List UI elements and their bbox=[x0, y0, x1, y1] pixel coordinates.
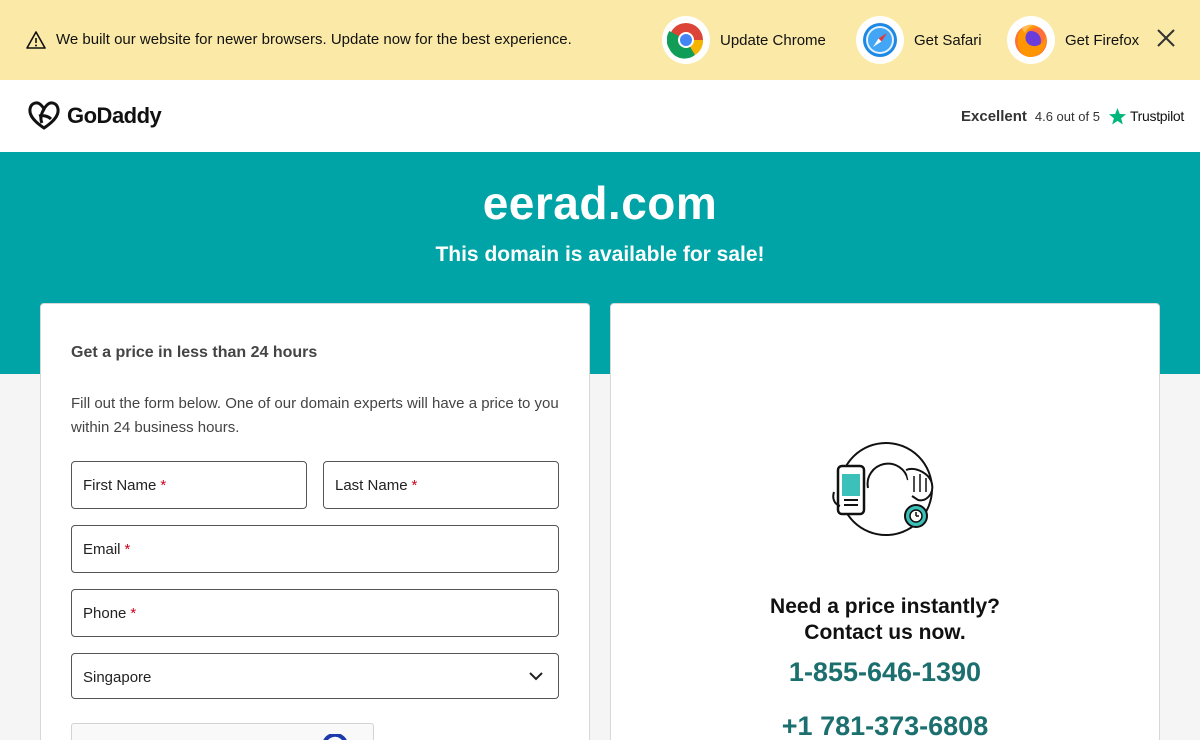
get-safari-button[interactable]: Get Safari bbox=[856, 16, 982, 64]
update-chrome-button[interactable]: Update Chrome bbox=[662, 16, 826, 64]
trustpilot-star-icon bbox=[1108, 107, 1126, 124]
instant-line-2: Contact us now. bbox=[804, 621, 966, 644]
phone-number-link-2[interactable]: +1 781-373-6808 bbox=[610, 711, 1160, 740]
hero-subtitle: This domain is available for sale! bbox=[435, 243, 765, 266]
trust-rating-word: Excellent bbox=[961, 107, 1027, 125]
required-mark: * bbox=[124, 541, 131, 558]
update-chrome-label: Update Chrome bbox=[720, 31, 826, 49]
form-title: Get a price in less than 24 hours bbox=[71, 344, 318, 361]
required-mark: * bbox=[130, 605, 137, 622]
banner-message: We built our website for newer browsers.… bbox=[56, 31, 572, 48]
close-icon[interactable] bbox=[1155, 27, 1177, 49]
firefox-icon bbox=[1007, 16, 1055, 64]
form-description: Fill out the form below. One of our doma… bbox=[71, 395, 559, 436]
trustpilot-rating[interactable]: Excellent 4.6 out of 5 Trustpilot bbox=[961, 104, 1184, 128]
godaddy-heart-icon bbox=[28, 101, 60, 130]
phone-field[interactable]: Phone * bbox=[71, 589, 559, 637]
phone-number-link-1[interactable]: 1-855-646-1390 bbox=[610, 657, 1160, 688]
required-mark: * bbox=[160, 477, 167, 494]
safari-icon bbox=[856, 16, 904, 64]
email-placeholder: Email bbox=[83, 541, 121, 558]
godaddy-logo[interactable]: GoDaddy bbox=[27, 100, 162, 132]
chevron-down-icon bbox=[529, 672, 543, 681]
last-name-field[interactable]: Last Name * bbox=[323, 461, 559, 509]
email-field[interactable]: Email * bbox=[71, 525, 559, 573]
instant-price-heading: Need a price instantly? Contact us now. bbox=[610, 594, 1160, 646]
recaptcha-widget[interactable] bbox=[71, 723, 374, 740]
phone-agent-illustration-icon bbox=[832, 442, 934, 536]
first-name-placeholder: First Name bbox=[83, 477, 157, 494]
get-firefox-label: Get Firefox bbox=[1065, 31, 1140, 49]
get-safari-label: Get Safari bbox=[914, 31, 982, 49]
phone-placeholder: Phone bbox=[83, 605, 127, 622]
instant-line-1: Need a price instantly? bbox=[770, 595, 1000, 618]
country-value: Singapore bbox=[83, 669, 152, 686]
first-name-field[interactable]: First Name * bbox=[71, 461, 307, 509]
last-name-placeholder: Last Name bbox=[335, 477, 408, 494]
trustpilot-label: Trustpilot bbox=[1129, 108, 1184, 124]
country-select[interactable]: Singapore bbox=[71, 653, 559, 699]
recaptcha-icon bbox=[323, 734, 347, 740]
get-firefox-button[interactable]: Get Firefox bbox=[1007, 16, 1139, 64]
required-mark: * bbox=[411, 477, 418, 494]
trust-score: 4.6 out of 5 bbox=[1034, 108, 1100, 124]
chrome-icon bbox=[662, 16, 710, 64]
domain-name: eerad.com bbox=[482, 177, 718, 229]
brand-name: GoDaddy bbox=[67, 103, 162, 128]
warning-icon bbox=[26, 31, 46, 49]
